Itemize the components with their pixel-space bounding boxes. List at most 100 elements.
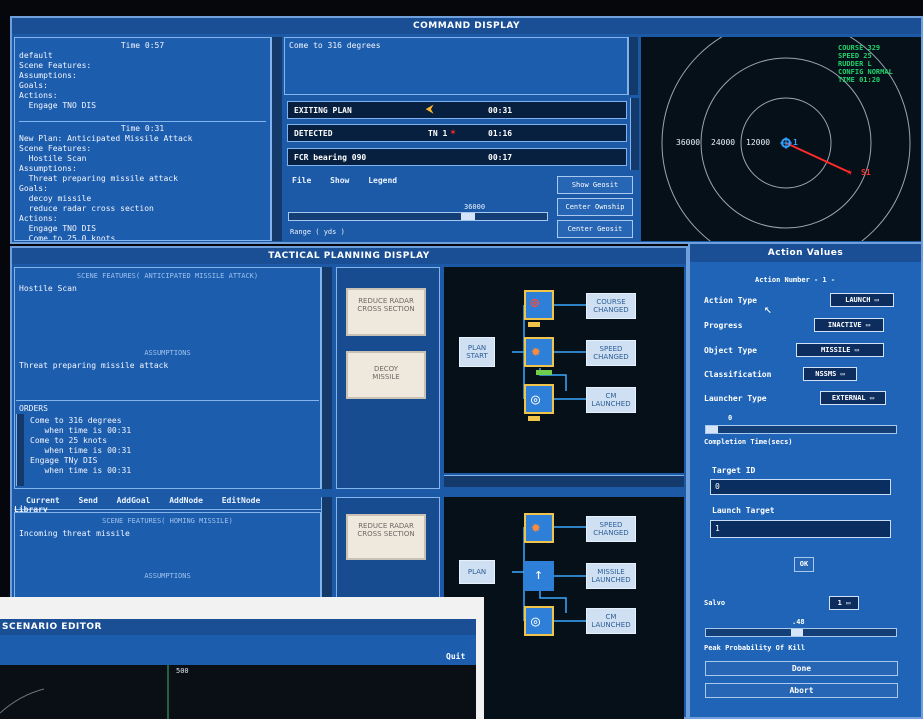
- log-line: Hostile Scan: [19, 154, 87, 163]
- log-line: Goals:: [19, 81, 48, 90]
- plan1-outcome-course[interactable]: COURSE CHANGED: [586, 293, 636, 319]
- log-line: default: [19, 51, 53, 60]
- order-scrollbar[interactable]: [628, 37, 638, 95]
- plan2-outcome-missile[interactable]: MISSILE LAUNCHED: [586, 563, 636, 589]
- radar-ring-label-36000: 36000: [676, 138, 701, 147]
- plan1-outcome-speed[interactable]: SPEED CHANGED: [586, 340, 636, 366]
- quit-button[interactable]: Quit: [446, 652, 465, 661]
- plan1-start-node[interactable]: PLAN START: [459, 337, 495, 367]
- pk-slider-thumb[interactable]: [791, 629, 804, 636]
- dropdown-toggle-icon: ▭: [869, 394, 875, 402]
- contact-bearing-line: [785, 142, 852, 174]
- menu-send[interactable]: Send: [79, 496, 98, 505]
- plan1-assumptions-heading: ASSUMPTIONS: [144, 349, 191, 357]
- ok-button[interactable]: OK: [794, 557, 814, 572]
- plan2-action-speed-node[interactable]: ✹: [524, 513, 554, 543]
- contact-star-icon[interactable]: ☆: [846, 165, 853, 178]
- object-type-dropdown[interactable]: MISSILE ▭: [796, 343, 884, 357]
- center-ownship-button[interactable]: Center Ownship: [557, 198, 633, 216]
- plan1-action-cm-progress: [528, 416, 540, 421]
- command-log-scrollbar[interactable]: [271, 37, 282, 241]
- events-scrollbar[interactable]: [630, 98, 639, 170]
- missile-icon: ↑: [534, 565, 544, 583]
- range-slider-thumb[interactable]: [461, 213, 475, 220]
- plan1-text-scrollbar[interactable]: [321, 267, 332, 489]
- plan1-scene-heading: SCENE FEATURES( ANTICIPATED MISSILE ATTA…: [76, 272, 259, 280]
- mouse-cursor-icon: ↖: [764, 302, 772, 317]
- launcher-type-dropdown[interactable]: EXTERNAL ▭: [820, 391, 886, 405]
- event-row-detected[interactable]: DETECTED TN 1 ✶ 01:16: [287, 124, 627, 142]
- log-line: Scene Features:: [19, 144, 92, 153]
- scenario-scale-label: 500: [176, 667, 189, 675]
- action-values-title: Action Values: [690, 244, 921, 262]
- plan1-action-radar-node[interactable]: ⊕: [524, 290, 554, 320]
- classification-dropdown[interactable]: NSSMS ▭: [803, 367, 857, 381]
- plan2-assumptions-heading: ASSUMPTIONS: [144, 572, 191, 580]
- plan1-action-speed-node[interactable]: ✹: [524, 337, 554, 367]
- show-geosit-button[interactable]: Show Geosit: [557, 176, 633, 194]
- scenario-editor-toolbar: [0, 635, 476, 665]
- plan1-orders-scrollbar[interactable]: [16, 414, 24, 486]
- goal-decoy-missile[interactable]: DECOY MISSILE: [346, 351, 426, 399]
- ownship-label: 1: [793, 138, 798, 147]
- log-line: Assumptions:: [19, 164, 77, 173]
- radar-status-line: SPEED 25: [838, 52, 872, 60]
- plan2-scene-heading: SCENE FEATURES( HOMING MISSILE): [102, 517, 233, 525]
- menu-addgoal[interactable]: AddGoal: [117, 496, 151, 505]
- plan1-orders-heading: ORDERS: [19, 404, 48, 413]
- done-button[interactable]: Done: [705, 661, 898, 676]
- menu-legend[interactable]: Legend: [368, 176, 397, 185]
- plan2-start-node[interactable]: PLAN: [459, 560, 495, 584]
- plan1-action-speed-progress: [536, 370, 552, 375]
- launch-target-input[interactable]: 1: [710, 520, 891, 538]
- plan2-outcome-speed[interactable]: SPEED CHANGED: [586, 516, 636, 542]
- goal-reduce-radar-cross-section[interactable]: REDUCE RADAR CROSS SECTION: [346, 288, 426, 336]
- menu-current[interactable]: Current: [26, 496, 60, 505]
- log-time-heading: Time 0:57: [120, 41, 165, 50]
- center-geosit-button[interactable]: Center Geosit: [557, 220, 633, 238]
- log-line: Threat preparing missile attack: [19, 174, 178, 183]
- range-slider[interactable]: [288, 212, 548, 221]
- dropdown-toggle-icon: ▭: [854, 346, 859, 354]
- order-line: Engage TNy DIS: [30, 456, 98, 465]
- launch-target-label: Launch Target: [712, 506, 775, 515]
- contact-label: S1: [861, 168, 871, 177]
- plan1-assumptions-text: Threat preparing missile attack: [19, 361, 169, 370]
- completion-slider[interactable]: [705, 425, 897, 434]
- log-line: Scene Features:: [19, 61, 92, 70]
- radar-status-readout: COURSE 329 SPEED 25 RUDDER L CONFIG NORMAL T…: [838, 44, 893, 84]
- log-line: Actions:: [19, 91, 58, 100]
- radar-ring-label-24000: 24000: [711, 138, 736, 147]
- order-line: when time is 00:31: [30, 426, 132, 435]
- action-number: Action Number - 1 -: [755, 276, 836, 284]
- plan1-action-cm-node[interactable]: ◎: [524, 384, 554, 414]
- plan2-action-missile-node[interactable]: ↑: [524, 561, 554, 591]
- log-line: Engage TNO DIS: [19, 224, 97, 233]
- plan1-graph-hscroll[interactable]: [444, 475, 684, 487]
- completion-value: 0: [728, 414, 733, 422]
- command-menu-bar: File Show Legend: [286, 176, 556, 190]
- abort-button[interactable]: Abort: [705, 683, 898, 698]
- menu-editnode[interactable]: EditNode: [222, 496, 261, 505]
- pk-slider[interactable]: [705, 628, 897, 637]
- menu-show[interactable]: Show: [330, 176, 349, 185]
- target-id-input[interactable]: 0: [710, 479, 891, 495]
- action-type-dropdown[interactable]: LAUNCH ▭: [830, 293, 894, 307]
- plan2-action-cm-node[interactable]: ◎: [524, 606, 554, 636]
- menu-addnode[interactable]: AddNode: [169, 496, 203, 505]
- radar-ring-label-12000: 12000: [746, 138, 771, 147]
- crosshair-icon: ⊕: [530, 293, 540, 312]
- event-row-fcr[interactable]: FCR bearing 090 00:17: [287, 148, 627, 166]
- event-row-exiting[interactable]: EXITING PLAN ⮜ 00:31: [287, 101, 627, 119]
- plan1-outcome-cm[interactable]: CM LAUNCHED: [586, 387, 636, 413]
- range-value: 36000: [464, 203, 486, 211]
- plan1-action-radar-progress: [528, 322, 540, 327]
- progress-dropdown[interactable]: INACTIVE ▭: [814, 318, 884, 332]
- plan2-outcome-cm[interactable]: CM LAUNCHED: [586, 608, 636, 634]
- order-box: Come to 316 degrees: [284, 37, 628, 95]
- salvo-dropdown[interactable]: 1 ▭: [829, 596, 859, 610]
- completion-slider-thumb[interactable]: [706, 426, 718, 433]
- menu-file[interactable]: File: [292, 176, 311, 185]
- plan2-goal-reduce-radar[interactable]: REDUCE RADAR CROSS SECTION: [346, 514, 426, 560]
- log-line: Actions:: [19, 214, 58, 223]
